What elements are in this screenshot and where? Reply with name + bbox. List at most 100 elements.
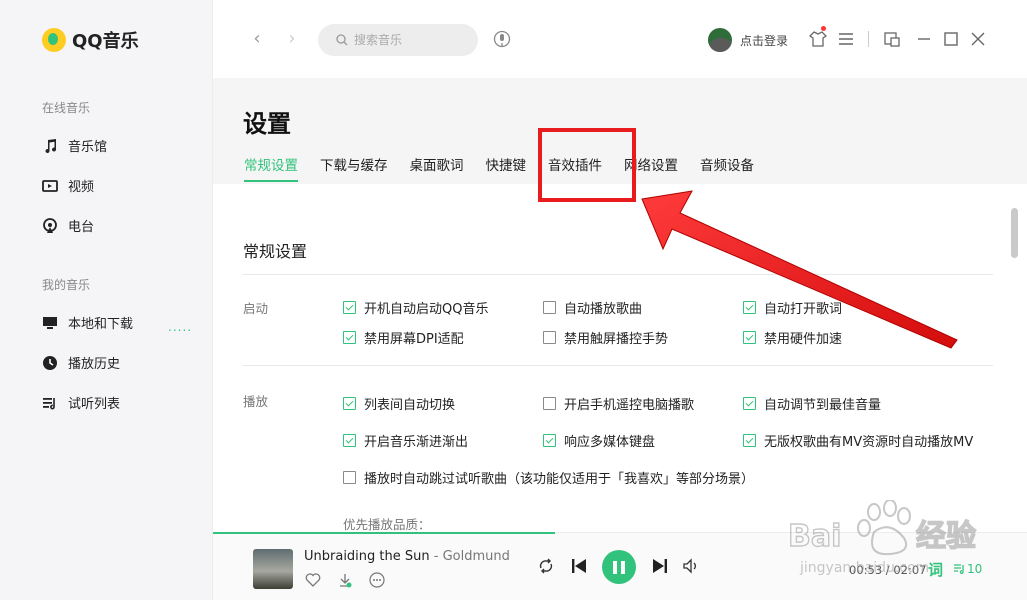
tab-general[interactable]: 常规设置 [244, 154, 298, 182]
option-disable-hw-accel[interactable]: 禁用硬件加速 [743, 328, 842, 347]
minimize-icon[interactable] [915, 30, 933, 48]
previous-track-icon[interactable] [568, 555, 590, 577]
skin-icon[interactable] [808, 30, 828, 48]
option-label: 无版权歌曲有MV资源时自动播放MV [764, 435, 974, 450]
playlist-button[interactable]: 10 [953, 562, 982, 576]
tab-desktop-lyrics[interactable]: 桌面歌词 [410, 154, 464, 182]
sidebar-item-video[interactable]: 视频 [42, 176, 94, 195]
highlight-box [538, 128, 636, 202]
page-title: 设置 [243, 110, 291, 138]
maximize-icon[interactable] [942, 30, 960, 48]
checkbox[interactable] [543, 434, 556, 447]
option-label: 自动打开歌词 [764, 302, 843, 317]
checkbox[interactable] [743, 331, 756, 344]
option-disable-touch-gesture[interactable]: 禁用触屏播控手势 [543, 328, 668, 347]
checkbox[interactable] [343, 434, 356, 447]
option-label: 开启音乐渐进渐出 [364, 435, 469, 450]
option-label: 列表间自动切换 [364, 398, 456, 413]
tab-download-cache[interactable]: 下载与缓存 [320, 154, 388, 182]
login-button[interactable]: 点击登录 [708, 28, 788, 52]
option-auto-open-lyrics[interactable]: 自动打开歌词 [743, 298, 842, 317]
checkbox[interactable] [543, 331, 556, 344]
option-fade-in-out[interactable]: 开启音乐渐进渐出 [343, 431, 468, 450]
playlist-icon [42, 395, 58, 411]
option-media-keyboard[interactable]: 响应多媒体键盘 [543, 431, 655, 450]
checkbox[interactable] [343, 301, 356, 314]
qq-music-logo-icon [42, 28, 66, 52]
mini-mode-icon[interactable] [883, 30, 901, 48]
next-track-icon[interactable] [649, 555, 671, 577]
notification-dot [821, 26, 826, 31]
option-skip-trial[interactable]: 播放时自动跳过试听歌曲（该功能仅适用于「我喜欢」等部分场景） [343, 468, 754, 487]
player-bar: Unbraiding the Sun - Goldmund 00:53 / 02… [213, 532, 1027, 600]
sidebar-item-music-hall[interactable]: 音乐馆 [42, 136, 107, 155]
checkbox[interactable] [743, 397, 756, 410]
option-disable-dpi[interactable]: 禁用屏幕DPI适配 [343, 328, 464, 347]
sidebar-item-local-download[interactable]: 本地和下载 [42, 313, 133, 332]
song-info: Unbraiding the Sun - Goldmund [304, 549, 510, 564]
forward-button[interactable]: › [282, 28, 302, 50]
checkbox[interactable] [343, 397, 356, 410]
checkbox[interactable] [343, 471, 356, 484]
option-label: 响应多媒体键盘 [564, 435, 656, 450]
group-label-startup: 启动 [243, 301, 269, 316]
song-artist[interactable]: Goldmund [443, 549, 510, 564]
app-name: QQ音乐 [72, 31, 139, 52]
option-auto-volume[interactable]: 自动调节到最佳音量 [743, 394, 881, 413]
loop-mode-icon[interactable] [535, 555, 557, 577]
sidebar-item-label: 视频 [68, 180, 95, 195]
sidebar-item-label: 音乐馆 [68, 140, 108, 155]
scrollbar[interactable] [1011, 208, 1018, 258]
heart-icon[interactable] [304, 571, 322, 589]
option-label: 开机自动启动QQ音乐 [364, 302, 489, 317]
song-title[interactable]: Unbraiding the Sun [304, 549, 430, 564]
monitor-icon [42, 315, 58, 331]
option-phone-remote[interactable]: 开启手机遥控电脑播歌 [543, 394, 694, 413]
voice-search-icon[interactable] [493, 30, 511, 50]
close-icon[interactable] [969, 30, 987, 48]
sidebar-item-label: 电台 [68, 220, 95, 235]
settings-content: 常规设置 启动 开机自动启动QQ音乐 自动播放歌曲 自动打开歌词 禁用屏幕DPI… [213, 184, 1027, 532]
playback-progress[interactable] [213, 532, 555, 534]
checkbox[interactable] [743, 434, 756, 447]
search-icon [336, 34, 348, 46]
sidebar-item-history[interactable]: 播放历史 [42, 353, 120, 372]
option-auto-switch-list[interactable]: 列表间自动切换 [343, 394, 455, 413]
tab-audio-device[interactable]: 音频设备 [700, 154, 754, 182]
playlist-icon [954, 564, 964, 574]
checkbox[interactable] [743, 301, 756, 314]
volume-icon[interactable] [680, 555, 702, 577]
option-auto-play-mv[interactable]: 无版权歌曲有MV资源时自动播放MV [743, 431, 973, 450]
toolbar-divider [868, 31, 869, 47]
settings-tabs: 常规设置 下载与缓存 桌面歌词 快捷键 音效插件 网络设置 音频设备 [244, 154, 776, 182]
section-divider [243, 274, 993, 275]
pause-button[interactable] [602, 550, 636, 584]
sidebar-item-radio[interactable]: 电台 [42, 216, 94, 235]
option-label: 自动调节到最佳音量 [764, 398, 882, 413]
more-icon[interactable] [368, 571, 386, 589]
checkbox[interactable] [543, 301, 556, 314]
playlist-count: 10 [967, 562, 983, 576]
search-input[interactable] [354, 33, 464, 47]
checkbox[interactable] [543, 397, 556, 410]
sidebar-item-trial-list[interactable]: 试听列表 [42, 393, 120, 412]
group-divider [243, 365, 993, 366]
album-cover[interactable] [253, 549, 293, 589]
search-box[interactable] [318, 24, 478, 56]
lyrics-button[interactable]: 词 [928, 559, 943, 580]
avatar [708, 28, 732, 52]
checkbox[interactable] [343, 331, 356, 344]
menu-icon[interactable] [837, 30, 855, 48]
song-separator: - [429, 549, 443, 564]
app-logo[interactable]: QQ音乐 [42, 27, 139, 53]
option-label: 禁用触屏播控手势 [564, 332, 669, 347]
back-button[interactable]: ‹ [247, 28, 267, 50]
tab-hotkeys[interactable]: 快捷键 [486, 154, 527, 182]
download-icon[interactable] [336, 571, 354, 589]
playback-time: 00:53 / 02:07 [849, 563, 927, 577]
online-music-section-label: 在线音乐 [42, 101, 91, 115]
option-auto-play[interactable]: 自动播放歌曲 [543, 298, 642, 317]
sidebar-item-label: 试听列表 [68, 397, 121, 412]
option-auto-start[interactable]: 开机自动启动QQ音乐 [343, 298, 488, 317]
quality-label: 优先播放品质： [343, 517, 431, 532]
